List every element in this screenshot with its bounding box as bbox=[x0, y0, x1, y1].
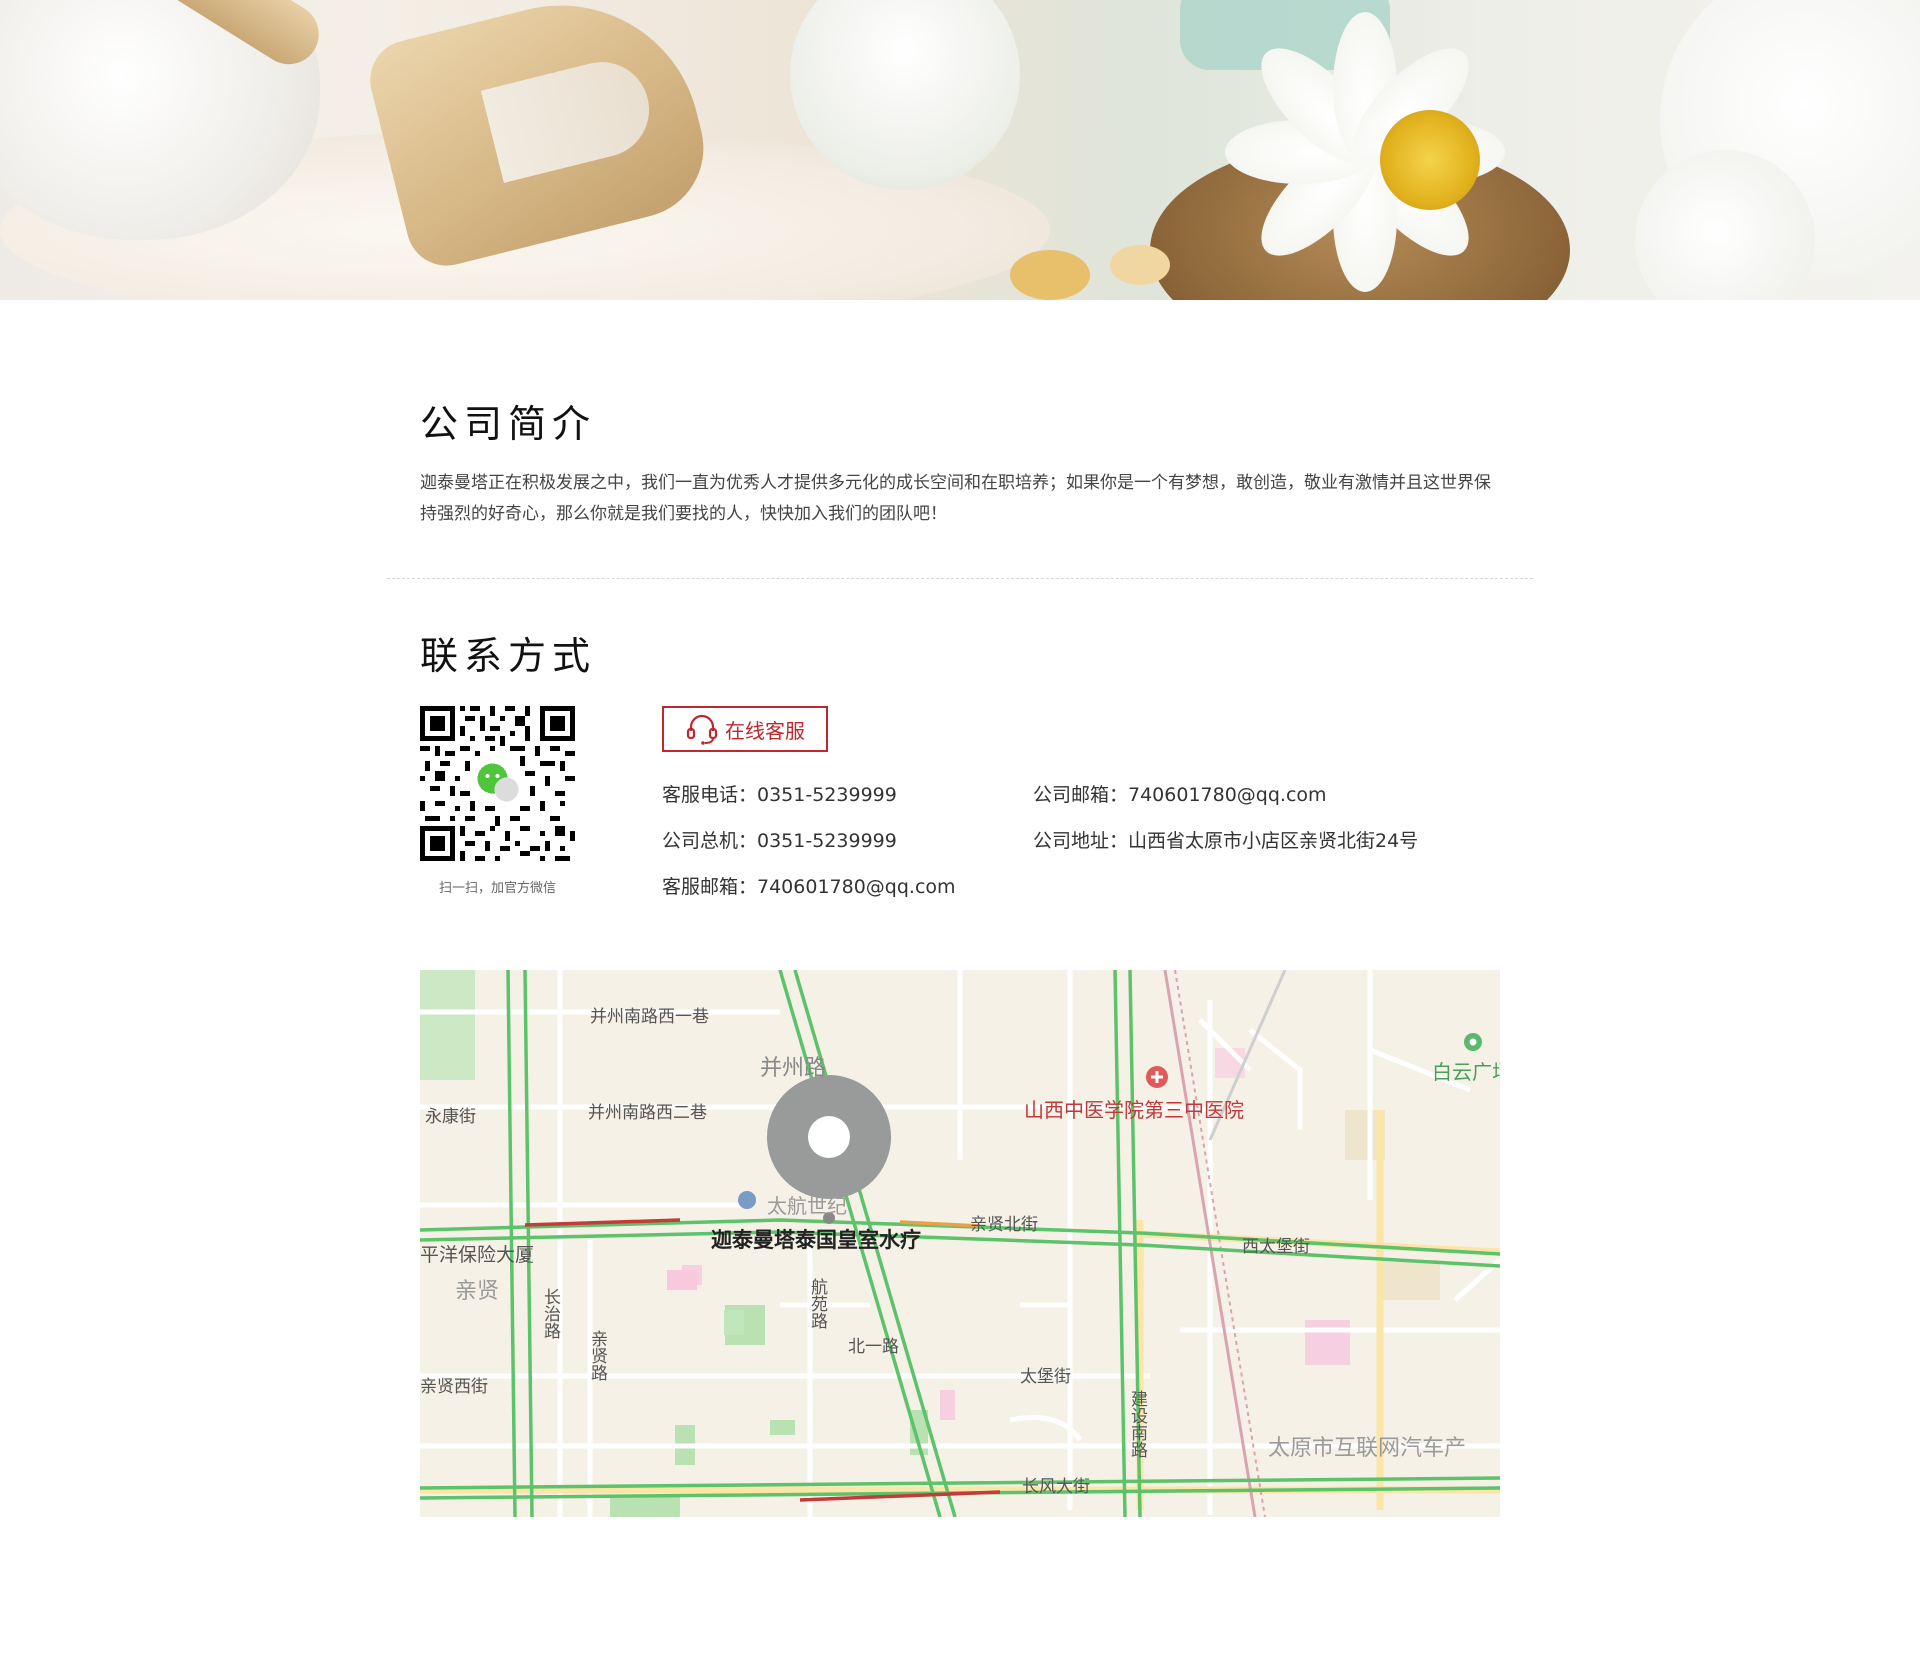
qr-caption: 扫一扫，加官方微信 bbox=[438, 881, 556, 896]
service-phone: 客服电话：0351-5239999 bbox=[662, 784, 897, 806]
map-label: 长治路 bbox=[540, 1288, 560, 1339]
qr-code-block: 扫一扫，加官方微信 bbox=[420, 706, 575, 896]
map-label: 建设南路 bbox=[1127, 1390, 1147, 1458]
map-label: 太堡街 bbox=[1020, 1367, 1071, 1387]
service-email: 客服邮箱：740601780@qq.com bbox=[662, 876, 956, 898]
map-label: 太航世纪 bbox=[767, 1194, 847, 1218]
online-service-button[interactable]: 在线客服 bbox=[662, 706, 828, 752]
map-label: 亲贤西街 bbox=[420, 1377, 488, 1397]
map-label: 北一路 bbox=[848, 1337, 899, 1357]
switchboard-phone: 公司总机：0351-5239999 bbox=[662, 830, 897, 852]
map-label: 并州路 bbox=[760, 1056, 827, 1081]
map-label: 西太堡街 bbox=[1242, 1237, 1310, 1257]
online-service-label: 在线客服 bbox=[725, 718, 805, 743]
section-divider bbox=[387, 578, 1533, 579]
hero-nut bbox=[1010, 250, 1090, 300]
map-label: 亲贤路 bbox=[587, 1330, 607, 1381]
hero-nut bbox=[1110, 245, 1170, 285]
company-email: 公司邮箱：740601780@qq.com bbox=[1033, 784, 1327, 806]
intro-text: 迦泰曼塔正在积极发展之中，我们一直为优秀人才提供多元化的成长空间和在职培养；如果… bbox=[420, 473, 1491, 524]
location-map[interactable]: 并州南路西一巷 并州路 永康街 并州南路西二巷 山西中医学院第三中医院 白云广场… bbox=[420, 970, 1500, 1517]
location-pin-dot bbox=[808, 1116, 850, 1158]
map-label: 山西中医学院第三中医院 bbox=[1024, 1098, 1244, 1122]
location-pin bbox=[767, 1075, 891, 1199]
company-address: 公司地址：山西省太原市小店区亲贤北街24号 bbox=[1033, 830, 1419, 852]
map-label: 亲贤北街 bbox=[970, 1215, 1038, 1235]
map-label: 并州南路西二巷 bbox=[588, 1103, 707, 1123]
intro-title: 公司简介 bbox=[420, 402, 597, 446]
map-label: 白云广场 bbox=[1432, 1060, 1500, 1084]
map-label: 亲贤 bbox=[455, 1279, 500, 1304]
wechat-qr-code bbox=[420, 706, 575, 861]
map-label: 长风大街 bbox=[1022, 1477, 1090, 1497]
map-label: 航苑路 bbox=[807, 1278, 827, 1329]
headset-icon bbox=[685, 712, 719, 746]
map-label: 并州南路西一巷 bbox=[590, 1007, 709, 1027]
hero-banner bbox=[0, 0, 1920, 300]
hero-flower-center bbox=[1380, 110, 1480, 210]
map-label: 平洋保险大厦 bbox=[420, 1244, 535, 1266]
map-label: 永康街 bbox=[425, 1107, 476, 1127]
map-label: 太原市互联网汽车产 bbox=[1268, 1436, 1467, 1461]
contact-title: 联系方式 bbox=[420, 634, 597, 678]
map-place-name: 迦泰曼塔泰国皇室水疗 bbox=[711, 1228, 921, 1252]
